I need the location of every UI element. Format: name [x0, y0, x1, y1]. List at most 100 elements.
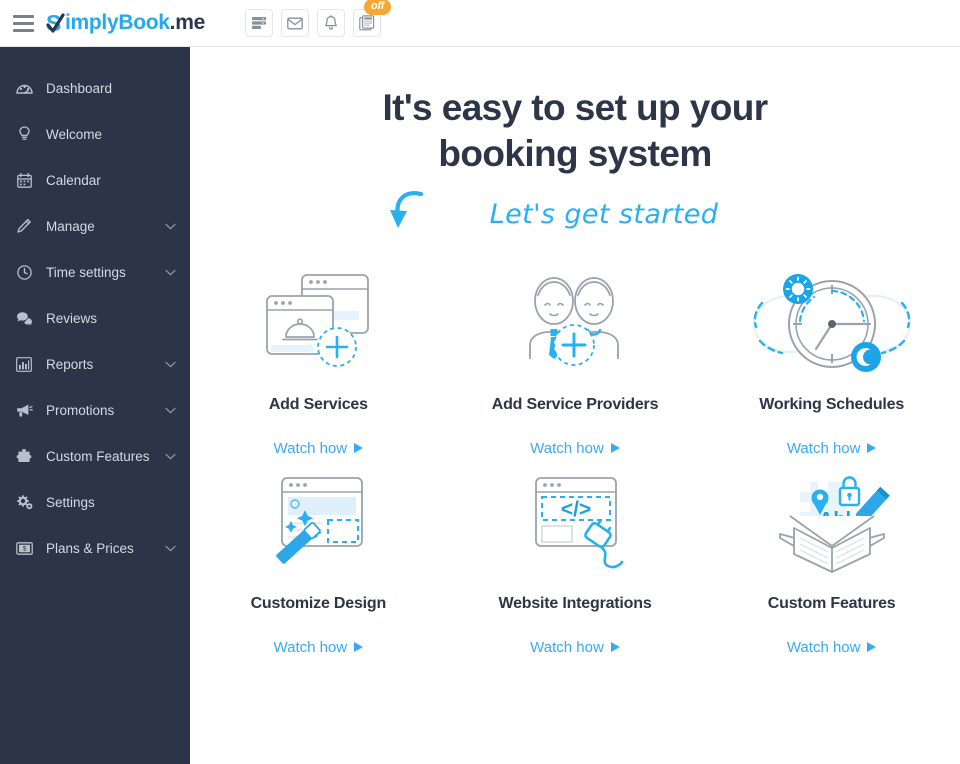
chevron-down-icon[interactable] — [164, 269, 176, 276]
chevron-down-icon[interactable] — [164, 545, 176, 552]
card-title: Website Integrations — [498, 594, 652, 612]
bell-icon-button[interactable] — [316, 9, 345, 37]
magic-wand-window-icon — [190, 463, 447, 583]
logo[interactable]: S implyBook .me — [46, 0, 205, 47]
chat-bubbles-icon — [12, 311, 36, 325]
megaphone-icon — [12, 403, 36, 418]
server-list-icon — [251, 17, 266, 29]
envelope-icon-button[interactable] — [280, 9, 309, 37]
watch-how-label: Watch how — [273, 638, 348, 656]
sidebar-item-label: Settings — [46, 494, 95, 510]
chevron-down-icon[interactable] — [164, 223, 176, 230]
watch-how-label: Watch how — [530, 439, 604, 457]
logo-s-checkmark-icon: S — [46, 10, 66, 37]
sidebar-item-label: Manage — [46, 218, 95, 234]
sidebar-item-custom-features[interactable]: Custom Features — [0, 433, 190, 479]
watch-how-link[interactable]: Watch how — [530, 639, 620, 656]
two-people-plus-icon — [447, 264, 704, 384]
envelope-icon — [287, 17, 303, 29]
top-bar-actions: off — [244, 0, 392, 47]
hamburger-bar — [12, 14, 34, 18]
code-plug-window-icon: </> — [447, 463, 704, 583]
puzzle-icon — [12, 448, 36, 464]
sidebar-item-reports[interactable]: Reports — [0, 341, 190, 387]
card-title: Custom Features — [767, 594, 896, 612]
sidebar-item-label: Promotions — [46, 402, 115, 418]
news-clipboard-icon-button[interactable]: off — [352, 0, 392, 37]
pencil-icon — [12, 218, 36, 234]
sidebar-item-label: Welcome — [46, 126, 103, 142]
hamburger-bar — [12, 21, 34, 25]
card-title: Add Services — [268, 395, 368, 413]
watch-how-label: Watch how — [273, 439, 348, 457]
watch-how-link[interactable]: Watch how — [787, 440, 877, 457]
sidebar-item-calendar[interactable]: Calendar — [0, 157, 190, 203]
clock-icon — [12, 264, 36, 280]
sidebar-item-reviews[interactable]: Reviews — [0, 295, 190, 341]
svg-text:</>: </> — [561, 498, 591, 521]
svg-text:$: $ — [22, 545, 26, 552]
card-custom-features[interactable]: Abl — [703, 457, 960, 656]
page-title-line-2: booking system — [438, 133, 712, 175]
sidebar-item-settings[interactable]: Settings — [0, 479, 190, 525]
gears-icon — [12, 494, 36, 510]
watch-how-link[interactable]: Watch how — [787, 639, 877, 656]
main-content: It's easy to set up your booking system … — [190, 47, 960, 764]
chevron-down-icon[interactable] — [164, 407, 176, 414]
server-list-icon-button[interactable] — [244, 9, 273, 37]
sidebar: Dashboard Welcome Calendar Manage Time s… — [0, 47, 190, 764]
top-bar: S implyBook .me off — [0, 0, 960, 47]
page-title-line-1: It's easy to set up your — [382, 87, 768, 128]
play-icon — [610, 443, 620, 453]
services-windows-plus-icon — [190, 264, 447, 384]
open-box-tools-icon: Abl — [703, 463, 960, 583]
sidebar-item-label: Time settings — [46, 264, 126, 280]
play-icon — [354, 443, 364, 453]
hamburger-menu-icon[interactable] — [0, 0, 46, 47]
sidebar-item-time-settings[interactable]: Time settings — [0, 249, 190, 295]
subtitle-row: Let's get started — [190, 186, 960, 244]
chevron-down-icon[interactable] — [164, 453, 176, 460]
dashboard-gauge-icon — [12, 82, 36, 95]
card-working-schedules[interactable]: Working Schedules Watch how — [703, 258, 960, 457]
banknote-icon: $ — [12, 541, 36, 555]
hamburger-bar — [12, 28, 34, 32]
calendar-icon — [12, 172, 36, 188]
sidebar-item-manage[interactable]: Manage — [0, 203, 190, 249]
play-icon — [354, 642, 364, 652]
page-subtitle: Let's get started — [489, 199, 719, 230]
card-add-service-providers[interactable]: Add Service Providers Watch how — [447, 258, 704, 457]
card-website-integrations[interactable]: </> Website Integrations Watch how — [447, 457, 704, 656]
play-icon — [867, 443, 877, 453]
card-title: Add Service Providers — [491, 395, 659, 413]
watch-how-link[interactable]: Watch how — [274, 440, 364, 457]
card-add-services[interactable]: Add Services Watch how — [190, 258, 447, 457]
setup-cards-grid: Add Services Watch how Add Service Provi… — [190, 258, 960, 656]
sidebar-item-label: Reports — [46, 356, 94, 372]
chevron-down-icon[interactable] — [164, 361, 176, 368]
lightbulb-icon — [12, 126, 36, 142]
sidebar-item-welcome[interactable]: Welcome — [0, 111, 190, 157]
sidebar-item-dashboard[interactable]: Dashboard — [0, 65, 190, 111]
page-title: It's easy to set up your booking system — [190, 85, 960, 178]
bar-chart-icon — [12, 356, 36, 372]
bell-icon — [325, 15, 337, 30]
curved-arrow-icon — [385, 186, 449, 247]
sidebar-item-promotions[interactable]: Promotions — [0, 387, 190, 433]
card-title: Working Schedules — [759, 395, 905, 413]
watch-how-link[interactable]: Watch how — [530, 440, 620, 457]
news-clipboard-icon — [359, 15, 375, 31]
watch-how-label: Watch how — [530, 638, 604, 656]
clock-sun-moon-icon — [703, 264, 960, 384]
logo-text-blue: implyBook — [65, 11, 170, 34]
sidebar-item-label: Custom Features — [46, 448, 150, 464]
watch-how-link[interactable]: Watch how — [274, 639, 364, 656]
logo-text-dark: .me — [169, 11, 206, 34]
watch-how-label: Watch how — [786, 439, 861, 457]
watch-how-label: Watch how — [786, 638, 861, 656]
card-customize-design[interactable]: Customize Design Watch how — [190, 457, 447, 656]
sidebar-item-label: Calendar — [46, 172, 101, 188]
sidebar-item-label: Dashboard — [46, 80, 113, 96]
sidebar-item-plans-prices[interactable]: $ Plans & Prices — [0, 525, 190, 571]
play-icon — [610, 642, 620, 652]
